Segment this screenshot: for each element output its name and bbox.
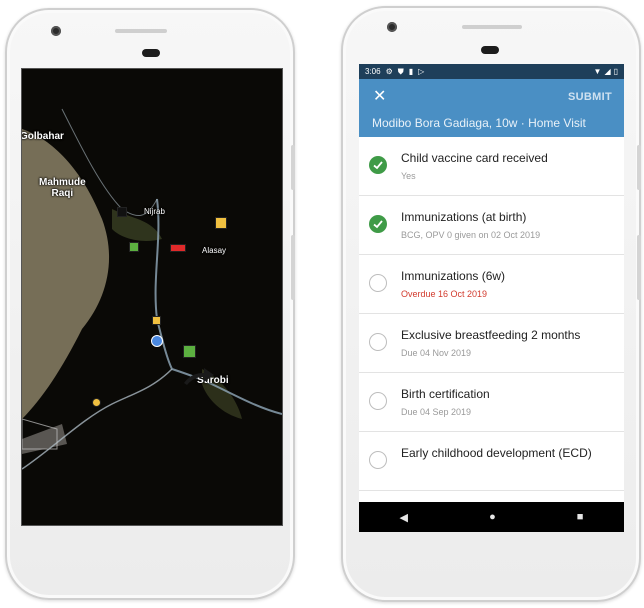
task-name: Early childhood development (ECD) [401, 446, 592, 460]
task-list: Child vaccine card received Yes Immuniza… [359, 137, 624, 491]
map-marker-green[interactable] [129, 242, 139, 252]
task-item-immunizations-birth[interactable]: Immunizations (at birth) BCG, OPV 0 give… [359, 196, 624, 255]
empty-circle-icon [369, 451, 387, 469]
task-item-breastfeeding[interactable]: Exclusive breastfeeding 2 months Due 04 … [359, 314, 624, 373]
map-marker-red[interactable] [170, 244, 186, 252]
map-label-alasay: Alasay [202, 246, 227, 255]
map-label-nijrab: Nijrab [144, 207, 165, 216]
overdue-text: Overdue 16 Oct 2019 [401, 289, 488, 299]
map-arrow-icon [184, 368, 214, 385]
app-screen: 3:06 ⚙ ⛊ ▮ ▷ ▼ ◢ ▯ ✕ SUBMIT Modibo Bora … [359, 64, 624, 532]
map-marker-yellow-small[interactable] [152, 316, 161, 325]
map-label-golbahar: Golbahar [21, 131, 64, 142]
wifi-icon: ▼ [593, 67, 602, 76]
left-phone-power-button [291, 145, 295, 190]
submit-button[interactable]: SUBMIT [568, 91, 612, 103]
task-name: Exclusive breastfeeding 2 months [401, 328, 581, 342]
task-item-ecd[interactable]: Early childhood development (ECD) [359, 432, 624, 491]
task-item-vaccine-card[interactable]: Child vaccine card received Yes [359, 137, 624, 196]
current-location-dot [151, 335, 163, 347]
play-icon: ▷ [418, 67, 425, 76]
back-icon[interactable]: ◀ [400, 511, 408, 524]
recents-icon[interactable]: ■ [577, 511, 584, 523]
left-phone-camera [51, 26, 61, 36]
lock-icon: ▮ [408, 67, 414, 76]
task-status: BCG, OPV 0 given on 02 Oct 2019 [401, 230, 541, 240]
battery-icon: ▯ [613, 67, 618, 76]
map-marker-yellow-circle[interactable] [92, 398, 101, 407]
task-status: Due 04 Sep 2019 [401, 407, 472, 417]
map-view[interactable]: Golbahar Mahmude Raqi Nijrab Alasay Suro… [21, 68, 283, 526]
right-phone-sensor [481, 46, 499, 54]
android-nav-bar: ◀ ● ■ [359, 502, 624, 532]
task-item-immunizations-6w[interactable]: Immunizations (6w) Overdue 16 Oct 2019 [359, 255, 624, 314]
status-bar: 3:06 ⚙ ⛊ ▮ ▷ ▼ ◢ ▯ [359, 64, 624, 79]
task-status: Due 04 Nov 2019 [401, 348, 472, 358]
app-header: ✕ SUBMIT Modibo Bora Gadiaga, 10w · Home… [359, 79, 624, 137]
task-name: Immunizations (at birth) [401, 210, 527, 224]
task-name: Immunizations (6w) [401, 269, 506, 283]
task-name: Birth certification [401, 387, 490, 401]
check-circle-icon [369, 156, 387, 174]
home-icon[interactable]: ● [489, 511, 496, 523]
status-time: 3:06 [365, 67, 381, 76]
task-status: Yes [401, 171, 416, 181]
left-phone-sensor [142, 49, 160, 57]
right-phone-camera [387, 22, 397, 32]
left-phone-speaker [115, 29, 167, 33]
check-circle-icon [369, 215, 387, 233]
empty-circle-icon [369, 392, 387, 410]
page-title: Modibo Bora Gadiaga, 10w · Home Visit [372, 116, 586, 130]
map-marker-green-large[interactable] [183, 345, 196, 358]
map-marker-black[interactable] [117, 207, 127, 217]
empty-circle-icon [369, 274, 387, 292]
map-label-mahmude-raqi: Mahmude Raqi [39, 177, 86, 199]
task-status-overdue: Overdue 16 Oct 2019 [401, 289, 487, 299]
task-name: Child vaccine card received [401, 151, 548, 165]
shield-icon: ⛊ [397, 66, 404, 76]
gear-icon: ⚙ [385, 67, 393, 76]
right-phone-power-button [637, 145, 641, 190]
right-phone-volume-button [637, 235, 641, 300]
map-marker-yellow[interactable] [215, 217, 227, 229]
signal-icon: ◢ [604, 67, 611, 76]
empty-circle-icon [369, 333, 387, 351]
task-item-birth-certification[interactable]: Birth certification Due 04 Sep 2019 [359, 373, 624, 432]
close-icon[interactable]: ✕ [373, 89, 386, 105]
right-phone-speaker [462, 25, 522, 29]
left-phone-volume-button [291, 235, 295, 300]
